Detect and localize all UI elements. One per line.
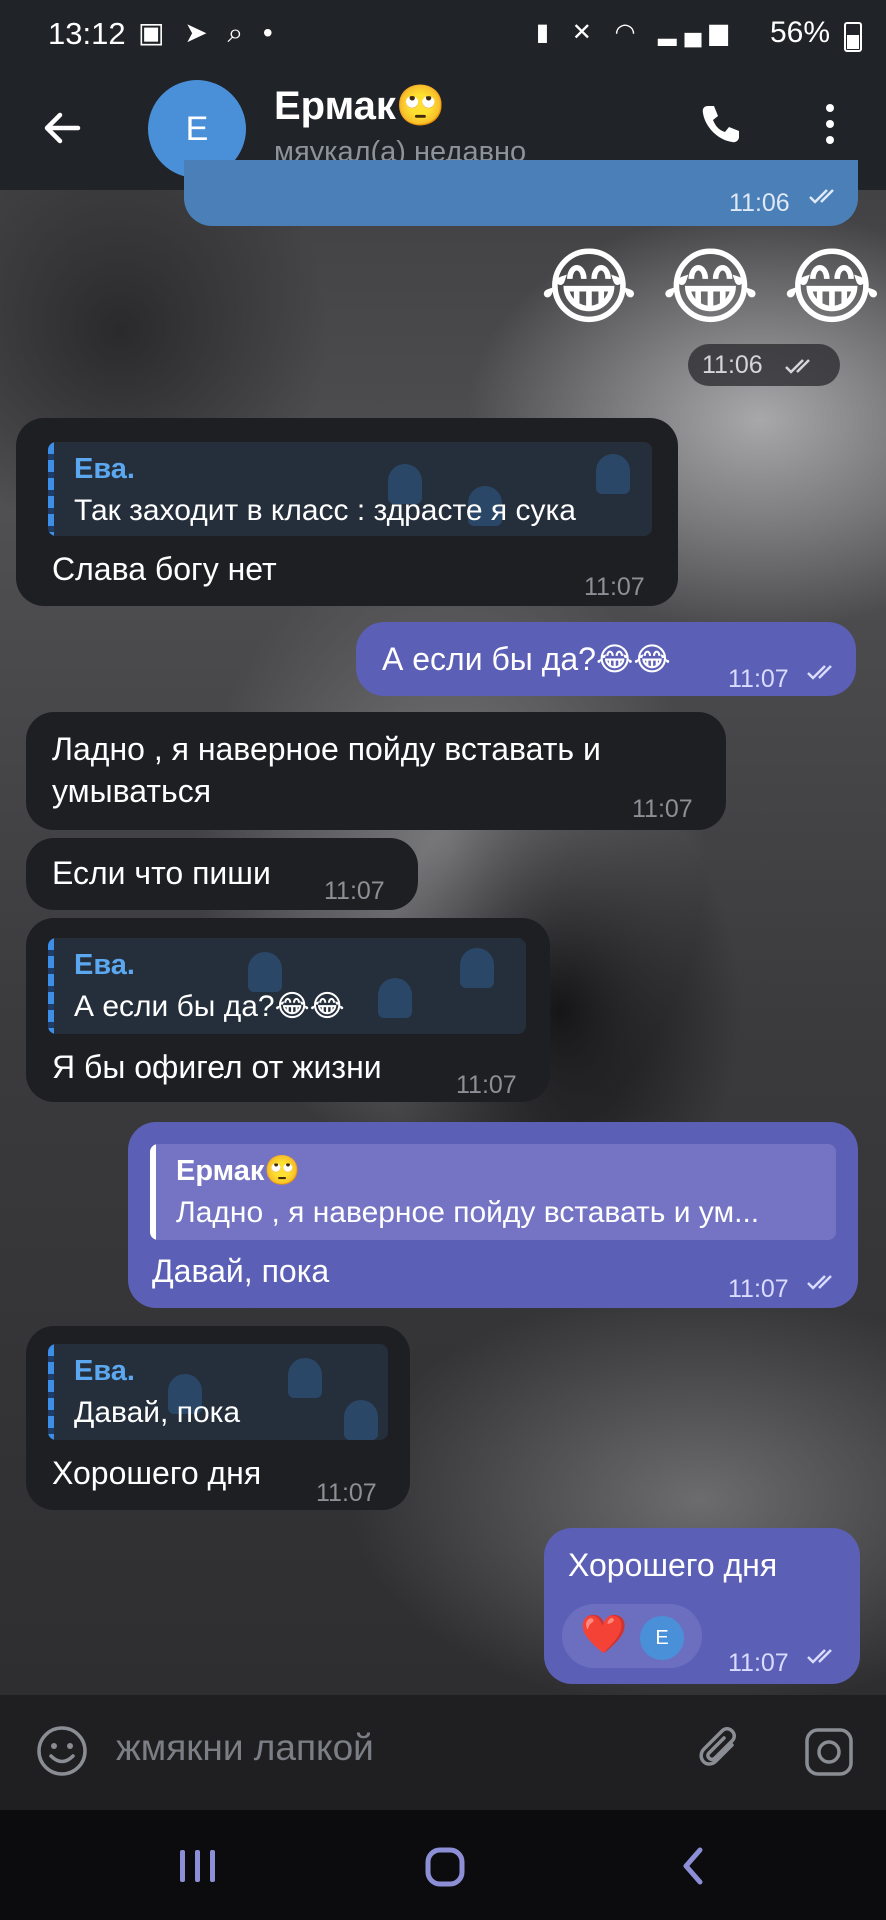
ghost-pattern-icon	[596, 454, 630, 494]
message-bubble-outgoing[interactable]: 11:06	[184, 160, 858, 226]
reply-quote[interactable]: Ева. Давай, пока	[48, 1344, 388, 1440]
message-bubble-incoming[interactable]: Если что пиши 11:07	[26, 838, 418, 910]
status-time: 13:12	[48, 16, 126, 51]
phone-call-icon[interactable]	[696, 100, 744, 148]
read-checks-icon	[807, 665, 832, 680]
reply-accent-bar	[48, 1344, 54, 1440]
ghost-pattern-icon	[288, 1358, 322, 1398]
message-time: 11:07	[632, 795, 693, 823]
battery-percent: 56%	[769, 16, 830, 49]
message-bubble-outgoing[interactable]: А если бы да?😂😂 11:07	[356, 622, 856, 696]
back-arrow-icon[interactable]	[38, 104, 86, 152]
message-text: Если что пиши	[52, 855, 271, 891]
recent-apps-icon[interactable]	[178, 1848, 218, 1884]
read-checks-icon	[809, 189, 834, 204]
notification-icons: ▣ ➤ ⌕ •	[138, 17, 279, 48]
emoji-message[interactable]: 😂 😂 😂	[540, 242, 881, 332]
reply-accent-bar	[48, 938, 54, 1034]
reaction-avatar: Е	[640, 1616, 684, 1660]
message-input[interactable]: жмякни лапкой	[116, 1727, 374, 1769]
message-bubble-incoming[interactable]: Ладно , я наверное пойду вставать и умыв…	[26, 712, 726, 830]
message-bubble-outgoing[interactable]: Ермак🙄 Ладно , я наверное пойду вставать…	[128, 1122, 858, 1308]
camera-icon[interactable]	[804, 1727, 854, 1777]
reply-quote[interactable]: Ева. А если бы да?😂😂	[48, 938, 526, 1034]
message-text: Ладно , я наверное пойду вставать и	[52, 731, 601, 767]
reply-quote[interactable]: Ермак🙄 Ладно , я наверное пойду вставать…	[150, 1144, 836, 1240]
heart-reaction-icon: ❤️	[580, 1614, 628, 1656]
more-menu-icon[interactable]	[818, 100, 842, 148]
message-text: А если бы да?😂😂	[382, 641, 671, 677]
ghost-pattern-icon	[344, 1400, 378, 1440]
read-checks-icon	[807, 1649, 832, 1664]
contact-name[interactable]: Ермак🙄	[274, 82, 446, 129]
ghost-pattern-icon	[460, 948, 494, 988]
message-time: 11:07	[324, 877, 385, 905]
message-bubble-incoming[interactable]: Ева. Так заходит в класс : здрасте я сук…	[16, 418, 678, 606]
ghost-pattern-icon	[378, 978, 412, 1018]
reply-author: Ева.	[74, 453, 135, 485]
message-bubble-incoming[interactable]: Ева. А если бы да?😂😂 Я бы офигел от жизн…	[26, 918, 550, 1102]
home-icon[interactable]	[424, 1846, 466, 1888]
message-text: Хорошего дня	[568, 1547, 778, 1583]
reply-text: Давай, пока	[74, 1396, 241, 1429]
battery-icon	[844, 22, 862, 52]
reaction-chip[interactable]: ❤️ Е	[562, 1604, 702, 1668]
reply-author: Ева.	[74, 949, 135, 981]
message-bubble-incoming[interactable]: Ева. Давай, пока Хорошего дня 11:07	[26, 1326, 410, 1510]
emoji-time-pill: 11:06	[688, 344, 840, 386]
message-text: Хорошего дня	[52, 1455, 262, 1491]
emoji-smile-icon[interactable]	[36, 1725, 88, 1777]
reply-text: А если бы да?😂😂	[74, 990, 345, 1023]
message-time: 11:06	[702, 351, 763, 379]
reply-text: Ладно , я наверное пойду вставать и ум..…	[176, 1196, 760, 1229]
message-text: Я бы офигел от жизни	[52, 1049, 382, 1085]
message-time: 11:07	[316, 1479, 377, 1507]
status-bar: 13:12 ▣ ➤ ⌕ • ▮ ✕ ◠ ▂▄▆ 56%	[0, 0, 886, 70]
message-time: 11:06	[729, 189, 790, 217]
read-checks-icon	[785, 359, 810, 374]
reply-author: Ева.	[74, 1355, 135, 1387]
message-bubble-outgoing[interactable]: Хорошего дня ❤️ Е 11:07	[544, 1528, 860, 1684]
reply-quote[interactable]: Ева. Так заходит в класс : здрасте я сук…	[48, 442, 652, 536]
reply-accent-bar	[150, 1144, 156, 1240]
message-time: 11:07	[728, 665, 789, 693]
message-time: 11:07	[456, 1071, 517, 1099]
message-input-bar: жмякни лапкой	[0, 1695, 886, 1810]
nav-back-icon[interactable]	[678, 1846, 708, 1886]
message-text: Слава богу нет	[52, 551, 277, 587]
message-text: умываться	[52, 773, 212, 809]
message-time: 11:07	[728, 1649, 789, 1677]
attach-paperclip-icon[interactable]	[694, 1725, 746, 1777]
message-time: 11:07	[584, 573, 645, 601]
read-checks-icon	[807, 1275, 832, 1290]
system-nav-bar	[0, 1810, 886, 1920]
message-text: Давай, пока	[152, 1253, 330, 1289]
reply-accent-bar	[48, 442, 54, 536]
system-icons: ▮ ✕ ◠ ▂▄▆	[535, 19, 736, 46]
reply-author: Ермак🙄	[176, 1155, 301, 1187]
reply-text: Так заходит в класс : здрасте я сука	[74, 494, 576, 527]
message-time: 11:07	[728, 1275, 789, 1303]
